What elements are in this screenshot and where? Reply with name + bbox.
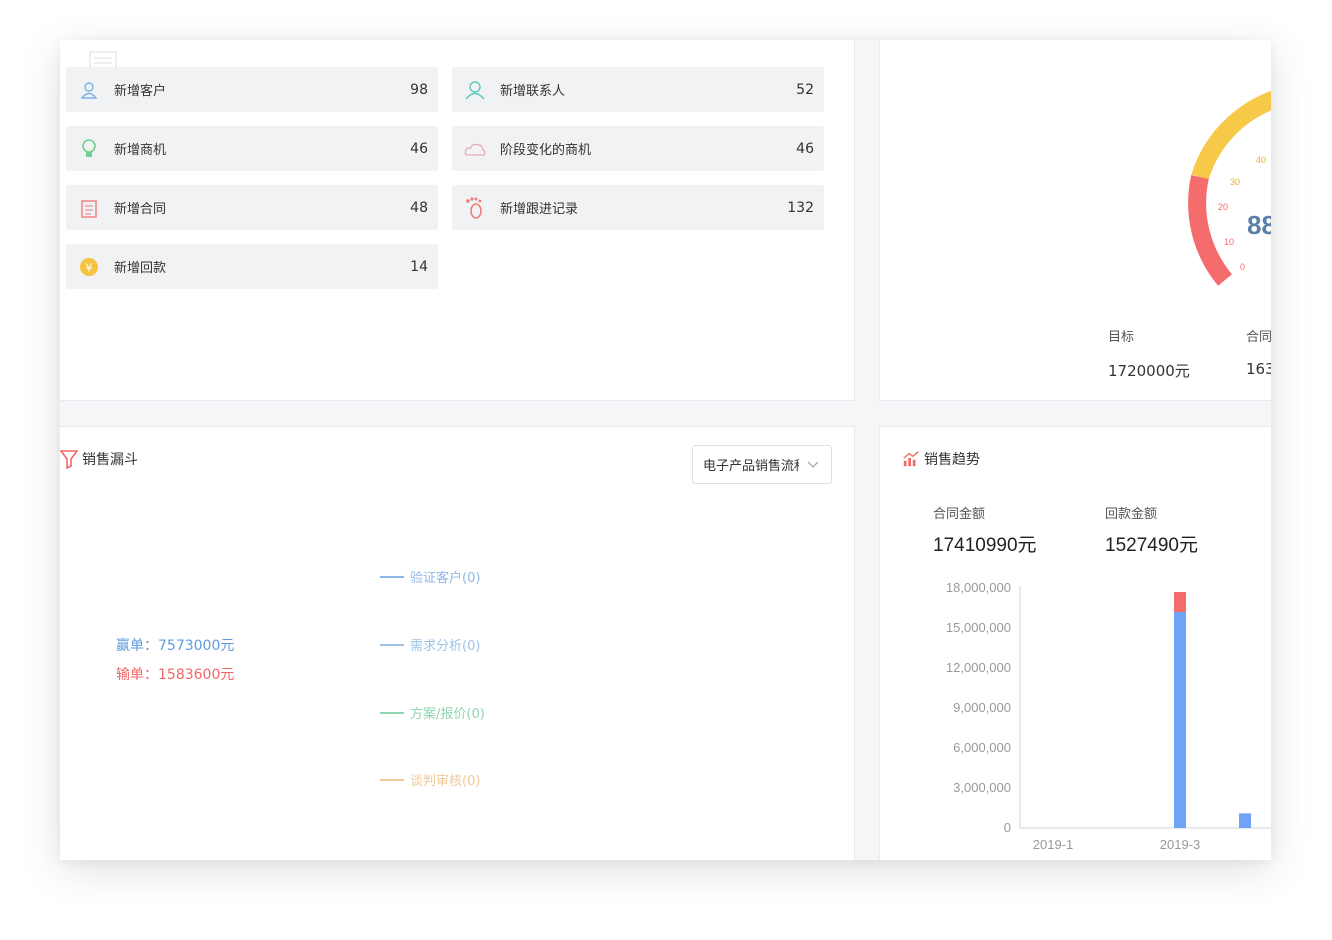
contract-label: 合同 — [1246, 330, 1271, 345]
chevron-down-icon — [807, 461, 819, 468]
gauge-tick-10: 10 — [1224, 237, 1234, 247]
stat-label: 阶段变化的商机 — [500, 143, 592, 158]
trend-title: 销售趋势 — [902, 449, 980, 469]
stat-label: 新增商机 — [114, 143, 167, 158]
y-tick-label: 0 — [1004, 820, 1011, 835]
funnel-icon — [60, 450, 78, 469]
funnel-stage-label: 谈判审核(0) — [410, 774, 481, 789]
funnel-title: 销售漏斗 — [60, 449, 138, 469]
contract-amount-value: 17410990元 — [933, 535, 1037, 556]
funnel-stage-legend[interactable]: 方案/报价(0) — [380, 703, 485, 722]
stat-card[interactable]: 新增客户 98 — [66, 67, 438, 112]
bar-2019-3-series-1 — [1174, 592, 1186, 612]
stat-value: 46 — [410, 140, 428, 157]
stat-card[interactable]: 新增商机 46 — [66, 126, 438, 171]
payment-amount-value: 1527490元 — [1105, 535, 1198, 556]
gauge-tick-0: 0 — [1240, 262, 1245, 272]
yen-coin-icon: ¥ — [78, 256, 100, 278]
funnel-title-text: 销售漏斗 — [82, 452, 138, 468]
footprint-icon — [464, 196, 486, 219]
y-tick-label: 18,000,000 — [946, 580, 1011, 595]
sales-trend-panel: 销售趋势 合同金额 17410990元 回款金额 1527490元 0 3,000… — [879, 426, 1271, 860]
contract-amount-label: 合同金额 — [933, 507, 986, 522]
y-tick-label: 6,000,000 — [953, 740, 1011, 755]
legend-line-icon — [380, 711, 404, 714]
won-amount: 赢单：7573000元 — [116, 638, 235, 654]
stat-label: 新增联系人 — [500, 84, 566, 99]
contact-icon — [464, 79, 486, 101]
stat-value: 52 — [796, 81, 814, 98]
target-gauge-panel: 0 10 20 30 40 88 目标 1720000元 合同 163 — [879, 40, 1271, 401]
x-tick-label: 2019-1 — [1033, 837, 1073, 852]
funnel-stage-label: 需求分析(0) — [410, 639, 481, 654]
contract-icon — [78, 197, 100, 219]
lost-amount: 输单：1583600元 — [116, 667, 235, 683]
x-tick-label: 2019-3 — [1160, 837, 1200, 852]
y-tick-label: 3,000,000 — [953, 780, 1011, 795]
funnel-stage-legend[interactable]: 谈判审核(0) — [380, 770, 480, 789]
stat-label: 新增回款 — [114, 261, 167, 276]
y-tick-label: 15,000,000 — [946, 620, 1011, 635]
stat-label: 新增客户 — [114, 84, 167, 99]
trend-title-text: 销售趋势 — [924, 452, 980, 468]
bar-2019-4-series-0 — [1239, 813, 1251, 828]
gauge-chart: 0 10 20 30 40 — [1188, 91, 1271, 286]
sales-funnel-panel: 销售漏斗 电子产品销售流程 赢单：7573000元 输单：1583600元 验证… — [60, 426, 855, 860]
sales-trend-bar-chart: 0 3,000,000 6,000,000 9,000,000 12,000,000 15… — [946, 580, 1271, 852]
contract-value: 163 — [1246, 360, 1271, 378]
stat-card[interactable]: ¥ 新增回款 14 — [66, 244, 438, 289]
lightbulb-icon — [78, 138, 100, 160]
svg-text:¥: ¥ — [86, 261, 93, 274]
stat-value: 48 — [410, 199, 428, 216]
target-label: 目标 — [1108, 330, 1135, 345]
funnel-stage-legend[interactable]: 需求分析(0) — [380, 635, 480, 654]
stat-label: 新增合同 — [114, 202, 167, 217]
gauge-tick-30: 30 — [1230, 177, 1240, 187]
stat-value: 132 — [787, 199, 814, 216]
legend-line-icon — [380, 643, 404, 646]
sales-process-select-value: 电子产品销售流程 — [703, 459, 799, 474]
funnel-stage-legend[interactable]: 验证客户(0) — [380, 567, 480, 586]
stats-panel: 新增客户 98 新增联系人 52 新增商机 46 阶段变化的商机 46 新增合同 48 新增跟进记录… — [60, 40, 855, 401]
funnel-stage-label: 方案/报价(0) — [410, 707, 485, 722]
stat-card[interactable]: 新增跟进记录 132 — [452, 185, 824, 230]
bar-2019-3-series-0 — [1174, 612, 1186, 828]
stat-label: 新增跟进记录 — [500, 202, 579, 217]
legend-line-icon — [380, 575, 404, 578]
stat-value: 14 — [410, 258, 428, 275]
gauge-tick-40: 40 — [1256, 155, 1266, 165]
funnel-stage-label: 验证客户(0) — [410, 571, 481, 586]
gauge-tick-20: 20 — [1218, 202, 1228, 212]
payment-amount-label: 回款金额 — [1105, 507, 1158, 522]
trend-chart-icon — [903, 451, 919, 467]
target-value: 1720000元 — [1108, 362, 1190, 380]
stat-card[interactable]: 新增联系人 52 — [452, 67, 824, 112]
stat-card[interactable]: 新增合同 48 — [66, 185, 438, 230]
legend-line-icon — [380, 778, 404, 781]
sales-process-select[interactable]: 电子产品销售流程 — [692, 445, 832, 484]
cloud-icon — [464, 138, 486, 160]
stat-value: 98 — [410, 81, 428, 98]
dashboard-frame: 新增客户 98 新增联系人 52 新增商机 46 阶段变化的商机 46 新增合同 48 新增跟进记录… — [60, 40, 1271, 860]
gauge-value: 88 — [1247, 210, 1271, 240]
y-tick-label: 12,000,000 — [946, 660, 1011, 675]
stat-card[interactable]: 阶段变化的商机 46 — [452, 126, 824, 171]
stat-value: 46 — [796, 140, 814, 157]
customer-icon — [78, 79, 100, 101]
gauge-arc-red — [1188, 175, 1233, 286]
y-tick-label: 9,000,000 — [953, 700, 1011, 715]
